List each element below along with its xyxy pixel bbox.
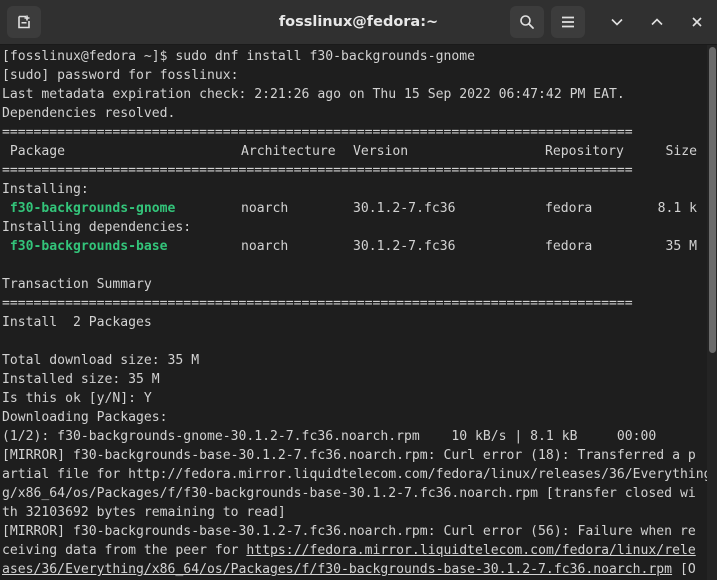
- terminal-line: Last metadata expiration check: 2:21:26 …: [2, 87, 625, 102]
- terminal-line: Installing dependencies:: [2, 220, 192, 235]
- terminal-line: Transaction Summary: [2, 277, 152, 292]
- terminal-line: [MIRROR] f30-backgrounds-base-30.1.2-7.f…: [2, 448, 696, 463]
- new-tab-button[interactable]: [7, 6, 41, 38]
- terminal-line: ases/36/Everything/x86_64/os/Packages/f/…: [2, 560, 696, 579]
- new-tab-icon: [18, 15, 30, 29]
- terminal-line: Dependencies resolved.: [2, 106, 176, 121]
- terminal-line: Install 2 Packages: [2, 315, 152, 330]
- terminal-line: [MIRROR] f30-backgrounds-base-30.1.2-7.f…: [2, 524, 696, 539]
- terminal-line: (1/2): f30-backgrounds-gnome-30.1.2-7.fc…: [2, 429, 657, 444]
- terminal-line: ceiving data from the peer for https://f…: [2, 541, 696, 560]
- terminal-line: [fosslinux@fedora ~]$ sudo dnf install f…: [2, 49, 475, 64]
- terminal-line: Is this ok [y/N]: Y: [2, 391, 152, 406]
- separator-line: ========================================…: [2, 125, 633, 140]
- table-cell: 30.1.2-7.fc36: [353, 239, 456, 254]
- terminal-text: ceiving data from the peer for: [2, 543, 247, 558]
- table-cell: noarch: [241, 201, 289, 216]
- terminal-line: artial file for http://fedora.mirror.liq…: [2, 467, 707, 482]
- package-name: f30-backgrounds-gnome: [2, 201, 176, 216]
- table-cell: 30.1.2-7.fc36: [353, 201, 456, 216]
- table-header-cell: Version: [353, 144, 409, 159]
- scrollbar-thumb[interactable]: [709, 47, 716, 353]
- table-cell: fedora: [545, 201, 593, 216]
- terminal-line: th 32103692 bytes remaining to read]: [2, 505, 286, 520]
- separator-line: ========================================…: [2, 163, 633, 178]
- table-cell: 35 M: [665, 239, 697, 254]
- table-header-cell: Repository: [545, 144, 624, 159]
- terminal-line: g/x86_64/os/Packages/f/f30-backgrounds-b…: [2, 486, 696, 501]
- terminal-text: [O: [672, 562, 696, 577]
- terminal-output[interactable]: [fosslinux@fedora ~]$ sudo dnf install f…: [0, 45, 707, 580]
- search-button[interactable]: [510, 6, 544, 38]
- header-bar: fosslinux@fedora:~: [0, 0, 717, 45]
- search-icon: [520, 15, 534, 29]
- terminal-window: fosslinux@fedora:~ [fosslinux@fedora ~]$…: [0, 0, 717, 580]
- terminal-link[interactable]: ases/36/Everything/x86_64/os/Packages/f/…: [2, 562, 672, 577]
- chevron-down-icon: [611, 18, 623, 26]
- terminal-line: Downloading Packages:: [2, 410, 168, 425]
- minimize-button[interactable]: [600, 6, 634, 38]
- menu-button[interactable]: [551, 6, 585, 38]
- terminal-line: [sudo] password for fosslinux:: [2, 68, 239, 83]
- table-cell: fedora: [545, 239, 593, 254]
- package-name: f30-backgrounds-base: [2, 239, 168, 254]
- table-cell: noarch: [241, 239, 289, 254]
- separator-line: ========================================…: [2, 296, 633, 311]
- chevron-up-icon: [651, 18, 663, 26]
- table-header-cell: Package: [2, 144, 66, 159]
- terminal-line: Installing:: [2, 182, 89, 197]
- terminal-line: Installed size: 35 M: [2, 372, 160, 387]
- close-button[interactable]: [680, 6, 714, 38]
- terminal-link[interactable]: https://fedora.mirror.liquidtelecom.com/…: [246, 543, 695, 558]
- table-header-cell: Size: [665, 144, 697, 159]
- hamburger-menu-icon: [562, 16, 574, 28]
- maximize-button[interactable]: [640, 6, 674, 38]
- table-cell: 8.1 k: [657, 201, 697, 216]
- terminal-line: Total download size: 35 M: [2, 353, 200, 368]
- close-icon: [692, 17, 702, 27]
- table-header-cell: Architecture: [241, 144, 336, 159]
